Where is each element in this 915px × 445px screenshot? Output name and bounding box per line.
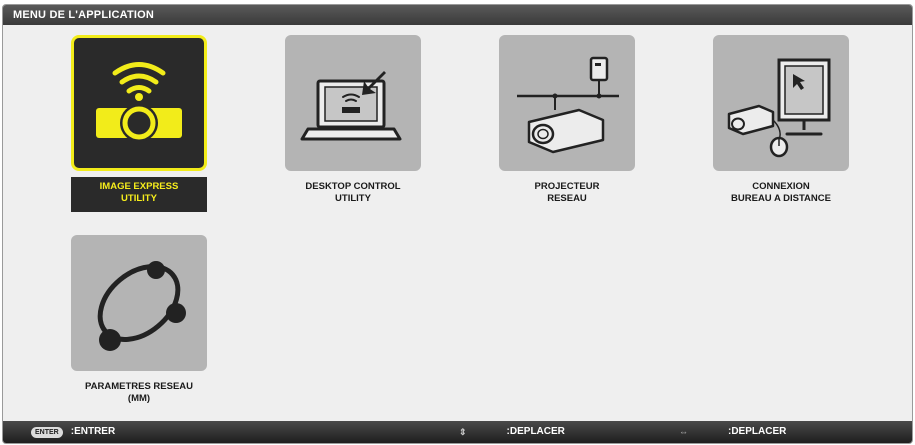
hint-leftright: ⇔ :DEPLACER: [679, 421, 786, 443]
laptop-control-icon: [300, 71, 402, 141]
network-settings-icon: [97, 261, 186, 351]
hint-updown-label: :DEPLACER: [506, 426, 565, 437]
hint-enter: ENTER :ENTRER: [31, 421, 115, 443]
tile-projecteur-reseau-box: [499, 35, 635, 171]
hint-bar: ENTER :ENTRER ⇕ :DEPLACER ⇔ :DEPLACER: [3, 421, 912, 443]
tile-desktop-control-utility-box: [285, 35, 421, 171]
network-projector-icon: [517, 56, 619, 154]
tile-parametres-reseau[interactable]: PARAMETRES RESEAU (MM): [71, 235, 207, 405]
tile-image-express-utility-box: [71, 35, 207, 171]
leftright-arrow-icon: ⇔: [679, 427, 688, 437]
tile-connexion-bureau-a-distance-box: [713, 35, 849, 171]
tile-parametres-reseau-box: [71, 235, 207, 371]
hint-enter-label: :ENTRER: [70, 426, 116, 437]
tile-label: PROJECTEUR RESEAU: [534, 181, 600, 204]
remote-desktop-icon: [727, 58, 831, 158]
updown-arrow-icon: ⇕: [459, 427, 467, 437]
window-title: MENU DE L'APPLICATION: [3, 5, 912, 25]
tile-image-express-utility[interactable]: IMAGE EXPRESS UTILITY: [71, 35, 207, 212]
tile-label: CONNEXION BUREAU A DISTANCE: [731, 181, 831, 204]
tile-label: DESKTOP CONTROL UTILITY: [305, 181, 401, 204]
wireless-projector-icon: [96, 62, 182, 142]
hint-updown: ⇕ :DEPLACER: [459, 421, 565, 443]
tile-desktop-control-utility[interactable]: DESKTOP CONTROL UTILITY: [285, 35, 421, 205]
tile-label: PARAMETRES RESEAU (MM): [84, 381, 194, 404]
tile-projecteur-reseau[interactable]: PROJECTEUR RESEAU: [499, 35, 635, 205]
application-menu-window: MENU DE L'APPLICATION IMAGE EXPRESS UTIL…: [2, 4, 913, 444]
tile-connexion-bureau-a-distance[interactable]: CONNEXION BUREAU A DISTANCE: [713, 35, 849, 205]
enter-key-icon: ENTER: [31, 426, 63, 438]
hint-leftright-label: :DEPLACER: [728, 426, 787, 437]
tile-label: IMAGE EXPRESS UTILITY: [71, 177, 207, 212]
